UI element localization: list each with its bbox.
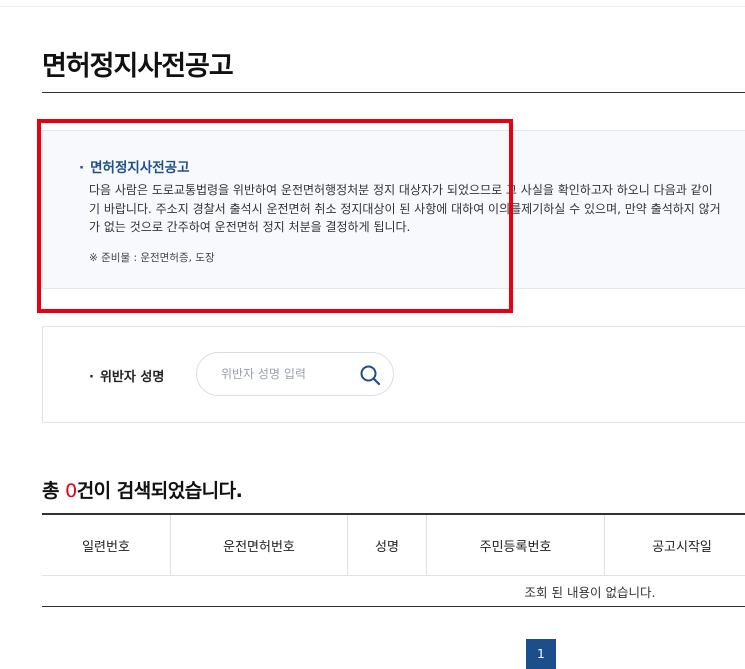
pagination-page-1[interactable]: 1	[526, 639, 556, 669]
title-divider	[42, 92, 745, 93]
top-divider	[0, 6, 745, 7]
search-input[interactable]	[221, 365, 351, 383]
notice-line: 기 바랍니다. 주소지 경찰서 출석시 운전면허 취소 정지대상이 된 사항에 …	[89, 201, 721, 216]
bullet-icon: ·	[89, 370, 94, 385]
result-count-number: 0	[65, 480, 77, 502]
search-field	[196, 352, 394, 396]
notice-title-text: 면허정지사전공고	[90, 160, 190, 176]
empty-result-message: 조회 된 내용이 없습니다.	[524, 584, 656, 600]
result-suffix: 건이 검색되었습니다.	[76, 480, 243, 502]
search-button[interactable]	[359, 364, 381, 386]
column-header-name: 성명	[375, 539, 399, 555]
result-prefix: 총	[42, 480, 66, 502]
page-title: 면허정지사전공고	[42, 51, 234, 82]
bullet-icon: ·	[79, 160, 85, 176]
table-bottom-border	[42, 606, 745, 607]
search-label: · 위반자 성명	[89, 366, 164, 385]
column-header-license-number: 운전면허번호	[223, 539, 295, 555]
search-icon	[360, 365, 381, 386]
column-header-notice-start-date: 공고시작일	[652, 539, 712, 555]
notice-line: 가 없는 것으로 간주하여 운전면허 정지 처분을 결정하게 됩니다.	[89, 220, 411, 234]
column-header-resident-number: 주민등록번호	[479, 539, 552, 555]
column-header-serial: 일련번호	[82, 539, 130, 555]
notice-body: 다음 사람은 도로교통법령을 위반하여 운전면허행정처분 정지 대상자가 되었으…	[89, 181, 745, 237]
notice-box: · 면허정지사전공고 다음 사람은 도로교통법령을 위반하여 운전면허행정처분 정…	[42, 130, 745, 289]
prep-items: ※ 준비물 : 운전면허증, 도장	[89, 252, 215, 264]
result-count: 총 0건이 검색되었습니다.	[42, 476, 243, 503]
search-panel: · 위반자 성명	[42, 326, 745, 423]
search-label-text: 위반자 성명	[99, 370, 165, 385]
notice-title: · 면허정지사전공고	[79, 156, 190, 176]
notice-line: 다음 사람은 도로교통법령을 위반하여 운전면허행정처분 정지 대상자가 되었으…	[89, 183, 713, 197]
